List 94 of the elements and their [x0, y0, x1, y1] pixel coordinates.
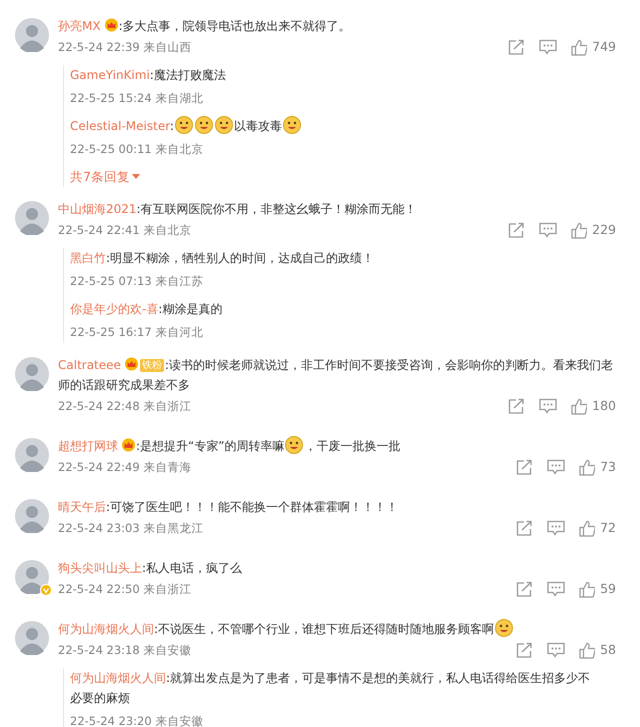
thumbs-up-icon — [571, 222, 588, 238]
comment-button[interactable] — [547, 459, 566, 475]
timestamp: 22-5-24 23:18 来自安徽 — [58, 642, 192, 659]
share-button[interactable] — [516, 520, 534, 536]
timestamp: 22-5-24 23:03 来自黑龙江 — [58, 520, 204, 537]
comment-text: 何为山海烟火人间:就算出发点是为了患者，可是事情不是想的美就行，私人电话得给医生招多少不必要的麻烦 — [70, 670, 592, 707]
comment-text: 狗头尖叫山头上:私人电话，疯了么 — [58, 560, 242, 577]
emoji-icon — [285, 436, 304, 454]
comment-icon — [539, 222, 558, 238]
timestamp: 22-5-24 22:48 来自浙江 — [58, 398, 192, 415]
timestamp: 22-5-24 22:49 来自青海 — [58, 459, 192, 476]
avatar-icon — [15, 201, 49, 235]
share-icon — [508, 222, 526, 238]
avatar-icon — [15, 18, 49, 52]
share-button[interactable] — [508, 398, 526, 414]
thumbs-up-icon — [579, 642, 596, 658]
more-replies-link[interactable]: 共7条回复 — [70, 167, 602, 187]
thumbs-up-icon — [579, 458, 596, 476]
thumbs-up-icon — [571, 38, 588, 56]
share-icon — [508, 39, 526, 55]
comment-text: 何为山海烟火人间:不说医生，不管哪个行业，谁想下班后还得随时随地服务顾客啊 — [58, 619, 514, 639]
comment-text: 你是年少的欢-喜:糊涂是真的 — [70, 301, 222, 318]
timestamp: 22-5-25 07:13 来自江苏 — [70, 274, 204, 288]
emoji-icon — [194, 116, 213, 134]
share-icon — [508, 398, 526, 414]
share-button[interactable] — [508, 222, 526, 238]
avatar-icon — [15, 499, 49, 533]
comment-button[interactable] — [547, 520, 566, 536]
emoji-icon — [174, 116, 193, 134]
comment-text: 超想打网球 :是想提升“专家”的周转率嘛 ，干废一批换一批 — [58, 436, 400, 456]
comment-icon — [547, 459, 566, 475]
share-icon — [516, 581, 534, 597]
username-link[interactable]: 晴天午后 — [58, 500, 106, 514]
comment-icon — [539, 398, 558, 414]
share-button[interactable] — [516, 459, 534, 475]
caret-down-icon — [132, 174, 140, 180]
comment-button[interactable] — [547, 581, 566, 597]
share-icon — [516, 642, 534, 658]
share-icon — [516, 459, 534, 475]
fan-badge: 铁粉 — [140, 359, 164, 372]
avatar-icon — [15, 357, 49, 391]
username-link[interactable]: Celestial-Meister — [70, 119, 170, 133]
username-link[interactable]: GameYinKimi — [70, 68, 150, 82]
avatar-icon — [15, 438, 49, 472]
thumbs-up-icon — [579, 520, 596, 536]
timestamp: 22-5-24 22:50 来自浙江 — [58, 581, 192, 598]
comment-icon — [547, 642, 566, 658]
comment-icon — [547, 520, 566, 536]
emoji-icon — [282, 116, 301, 134]
username-link[interactable]: Caltrateee — [58, 358, 121, 372]
comment-button[interactable] — [539, 222, 558, 238]
timestamp: 22-5-24 22:41 来自北京 — [58, 222, 192, 239]
username-link[interactable]: 黑白竹 — [70, 251, 106, 265]
comment-button[interactable] — [547, 642, 566, 658]
username-link[interactable]: 超想打网球 — [58, 439, 118, 453]
comment-text: 中山烟海2021:有互联网医院你不用，非整这幺蛾子！糊涂而无能！ — [58, 201, 417, 218]
like-button[interactable]: 180 — [571, 396, 616, 416]
comment-icon — [547, 581, 566, 597]
timestamp: 22-5-25 15:24 来自湖北 — [70, 91, 204, 105]
thumbs-up-icon — [571, 398, 588, 414]
like-button[interactable]: 58 — [579, 640, 616, 660]
like-button[interactable]: 72 — [579, 518, 616, 538]
like-button[interactable]: 59 — [579, 580, 616, 598]
comment-text: 孙亮MX :多大点事，院领导电话也放出来不就得了。 — [58, 17, 351, 35]
comment-text: Celestial-Meister: 以毒攻毒 — [70, 116, 302, 136]
comment-text: GameYinKimi:魔法打败魔法 — [70, 67, 226, 84]
like-button[interactable]: 73 — [579, 458, 616, 476]
comment-icon — [539, 39, 558, 55]
like-button[interactable]: 229 — [571, 220, 616, 240]
timestamp: 22-5-25 00:11 来自北京 — [70, 142, 204, 156]
timestamp: 22-5-24 23:20 来自安徽 — [70, 714, 204, 727]
comment-text: Caltrateee 铁粉 :读书的时候老师就说过，非工作时间不要接受咨询，会影响你的判断力。看来我们老师的话跟研究成果差不多 — [58, 356, 614, 394]
share-button[interactable] — [508, 39, 526, 55]
username-link[interactable]: 何为山海烟火人间 — [58, 622, 154, 636]
username-link[interactable]: 你是年少的欢-喜 — [70, 302, 158, 316]
thumbs-up-icon — [579, 580, 596, 598]
avatar-icon — [15, 621, 49, 655]
timestamp: 22-5-24 22:39 来自山西 — [58, 39, 192, 56]
username-link[interactable]: 何为山海烟火人间 — [70, 671, 166, 685]
share-button[interactable] — [516, 642, 534, 658]
comment-button[interactable] — [539, 398, 558, 414]
username-link[interactable]: 狗头尖叫山头上 — [58, 561, 142, 575]
emoji-icon — [214, 116, 233, 134]
share-icon — [516, 520, 534, 536]
avatar-icon — [15, 560, 49, 594]
comment-button[interactable] — [539, 39, 558, 55]
comment-text: 晴天午后:可饶了医生吧！！！能不能换一个群体霍霍啊！！！！ — [58, 499, 398, 516]
share-button[interactable] — [516, 581, 534, 597]
emoji-icon — [495, 619, 514, 637]
username-link[interactable]: 孙亮MX — [58, 19, 101, 33]
comment-text: 黑白竹:明显不糊涂，牺牲别人的时间，达成自己的政绩！ — [70, 250, 374, 267]
like-button[interactable]: 749 — [571, 38, 616, 56]
username-link[interactable]: 中山烟海2021 — [58, 202, 137, 216]
timestamp: 22-5-25 16:17 来自河北 — [70, 325, 204, 339]
